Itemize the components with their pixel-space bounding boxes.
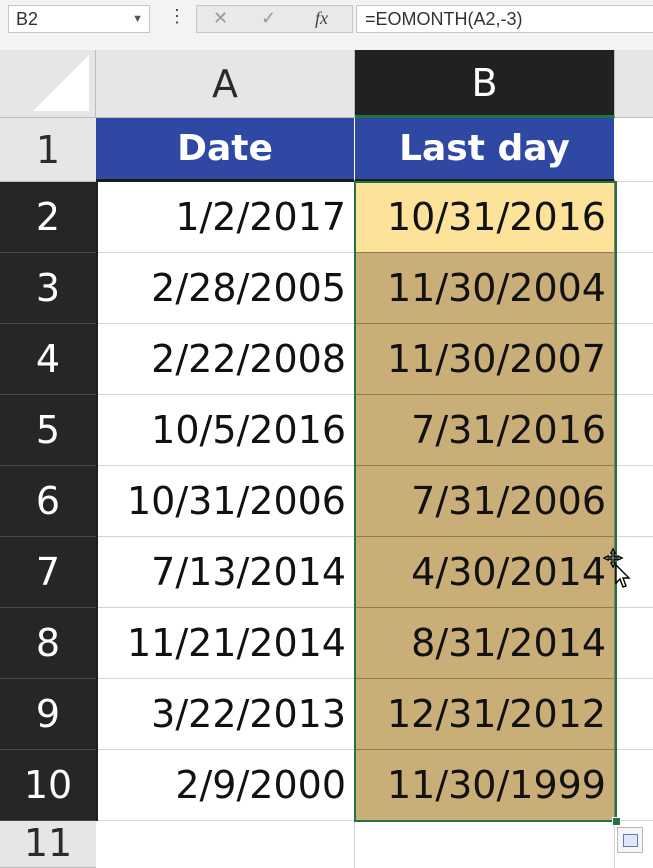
row-header-9[interactable]: 9 (0, 679, 96, 750)
move-cursor-icon (602, 547, 631, 588)
cell-b11[interactable] (355, 821, 615, 868)
cell-c6[interactable] (615, 466, 653, 537)
row-header-6[interactable]: 6 (0, 466, 96, 537)
row-header-5[interactable]: 5 (0, 395, 96, 466)
row-header-10[interactable]: 10 (0, 750, 96, 821)
quick-analysis-icon (623, 834, 638, 847)
cell-c3[interactable] (615, 253, 653, 324)
fill-handle[interactable] (612, 817, 621, 826)
cell-c1[interactable] (615, 118, 653, 182)
cell-c4[interactable] (615, 324, 653, 395)
header-cell-date[interactable]: Date (96, 118, 355, 182)
cell-c10[interactable] (615, 750, 653, 821)
row-header-4[interactable]: 4 (0, 324, 96, 395)
row-header-7[interactable]: 7 (0, 537, 96, 608)
header-cell-last-day[interactable]: Last day (355, 118, 615, 182)
row-header-1[interactable]: 1 (0, 118, 96, 182)
cell-a11[interactable] (96, 821, 355, 868)
cell-a10[interactable]: 2/9/2000 (96, 750, 355, 821)
row-header-3[interactable]: 3 (0, 253, 96, 324)
cell-a4[interactable]: 2/22/2008 (96, 324, 355, 395)
cell-c8[interactable] (615, 608, 653, 679)
select-all-triangle-icon (33, 55, 89, 111)
cell-c2[interactable] (615, 182, 653, 253)
cell-b4[interactable]: 11/30/2007 (355, 324, 615, 395)
cell-b3[interactable]: 11/30/2004 (355, 253, 615, 324)
chevron-down-icon[interactable]: ▼ (132, 6, 143, 32)
cell-c9[interactable] (615, 679, 653, 750)
more-options-icon[interactable]: ⋮ (168, 6, 186, 27)
cancel-icon[interactable]: ✕ (213, 8, 228, 29)
cell-a5[interactable]: 10/5/2016 (96, 395, 355, 466)
formula-bar: B2 ▼ ⋮ ✕ ✓ fx =EOMONTH(A2,-3) (0, 0, 653, 40)
cell-b10[interactable]: 11/30/1999 (355, 750, 615, 821)
select-all-button[interactable] (0, 50, 96, 118)
cell-a8[interactable]: 11/21/2014 (96, 608, 355, 679)
row-header-8[interactable]: 8 (0, 608, 96, 679)
cell-b2[interactable]: 10/31/2016 (355, 182, 615, 253)
cell-a6[interactable]: 10/31/2006 (96, 466, 355, 537)
cell-b7[interactable]: 4/30/2014 (355, 537, 615, 608)
cell-b8[interactable]: 8/31/2014 (355, 608, 615, 679)
insert-function-icon[interactable]: fx (315, 8, 328, 29)
column-header-c[interactable] (615, 50, 653, 118)
cell-c5[interactable] (615, 395, 653, 466)
cell-a7[interactable]: 7/13/2014 (96, 537, 355, 608)
enter-icon[interactable]: ✓ (261, 8, 276, 29)
name-box-value: B2 (16, 9, 39, 29)
name-box[interactable]: B2 ▼ (8, 5, 150, 33)
formula-input[interactable]: =EOMONTH(A2,-3) (356, 5, 653, 33)
cell-b6[interactable]: 7/31/2006 (355, 466, 615, 537)
column-header-b[interactable]: B (355, 50, 615, 118)
cell-a2[interactable]: 1/2/2017 (96, 182, 355, 253)
quick-analysis-button[interactable] (617, 827, 643, 853)
row-header-11[interactable]: 11 (0, 821, 96, 868)
column-header-a[interactable]: A (96, 50, 355, 118)
cell-b5[interactable]: 7/31/2016 (355, 395, 615, 466)
cell-b9[interactable]: 12/31/2012 (355, 679, 615, 750)
formula-buttons: ✕ ✓ fx (196, 5, 353, 33)
row-header-2[interactable]: 2 (0, 182, 96, 253)
cell-a3[interactable]: 2/28/2005 (96, 253, 355, 324)
cell-a9[interactable]: 3/22/2013 (96, 679, 355, 750)
table-border-left (96, 182, 98, 821)
